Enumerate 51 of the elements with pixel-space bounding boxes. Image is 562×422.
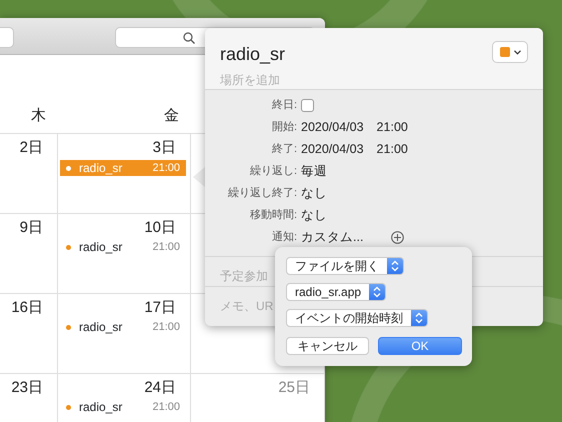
field-label: 繰り返し終了:: [226, 186, 298, 200]
day-number: 17日: [143, 299, 177, 317]
calendar-event[interactable]: radio_sr 21:00: [60, 240, 186, 254]
field-value[interactable]: 2020/04/03 21:00: [301, 120, 408, 134]
event-title: radio_sr: [79, 400, 122, 414]
field-label: 終了:: [270, 142, 298, 156]
event-title: radio_sr: [79, 320, 122, 334]
chevron-down-icon: [514, 50, 520, 54]
calendar-event[interactable]: radio_sr 21:00: [60, 320, 186, 334]
add-alert-icon[interactable]: [391, 230, 404, 244]
field-label: 通知:: [270, 230, 298, 244]
day-number: 24日: [143, 379, 177, 397]
search-icon: [183, 32, 195, 44]
day-number: 16日: [10, 299, 44, 317]
day-number: 10日: [143, 219, 177, 237]
cancel-button[interactable]: キャンセル: [286, 337, 369, 355]
field-value[interactable]: 2020/04/03 21:00: [301, 142, 408, 156]
event-dot-icon: [66, 324, 71, 330]
event-title: radio_sr: [79, 161, 122, 175]
field-label: 繰り返し:: [248, 164, 298, 178]
dropdown-button[interactable]: radio_sr.app: [286, 283, 386, 301]
invitees-placeholder: 予定参加: [220, 269, 268, 283]
calendar-color-button[interactable]: [492, 41, 528, 63]
event-time: 21:00: [152, 240, 180, 254]
event-title: radio_sr: [79, 240, 122, 254]
field-label: 終日:: [270, 98, 298, 112]
calendar-event[interactable]: radio_sr 21:00: [60, 400, 186, 414]
all-day-checkbox[interactable]: [301, 98, 314, 112]
dropdown-button[interactable]: イベントの開始時刻: [286, 309, 428, 327]
field-value[interactable]: 毎週: [301, 164, 327, 178]
day-number: 9日: [18, 219, 44, 237]
event-time: 21:00: [152, 161, 180, 175]
day-number: 2日: [18, 139, 44, 157]
event-dot-icon: [66, 166, 71, 170]
notes-placeholder: メモ、UR: [220, 299, 274, 313]
field-label: 開始:: [270, 120, 298, 134]
field-value[interactable]: なし: [301, 208, 327, 222]
day-number: 25日: [277, 379, 311, 397]
event-title[interactable]: radio_sr: [220, 41, 286, 68]
weekday-label: 木: [30, 106, 47, 126]
field-label: 移動時間:: [248, 208, 298, 222]
event-dot-icon: [66, 404, 71, 410]
weekday-label: 金: [163, 106, 180, 126]
dropdown-button[interactable]: ファイルを開く: [286, 257, 404, 275]
field-value[interactable]: なし: [301, 186, 327, 200]
event-dot-icon: [66, 244, 71, 250]
day-number: 23日: [10, 379, 44, 397]
alert-value[interactable]: カスタム...: [301, 230, 364, 244]
day-number: 3日: [152, 139, 177, 157]
event-time: 21:00: [152, 320, 180, 334]
event-time: 21:00: [152, 400, 180, 414]
